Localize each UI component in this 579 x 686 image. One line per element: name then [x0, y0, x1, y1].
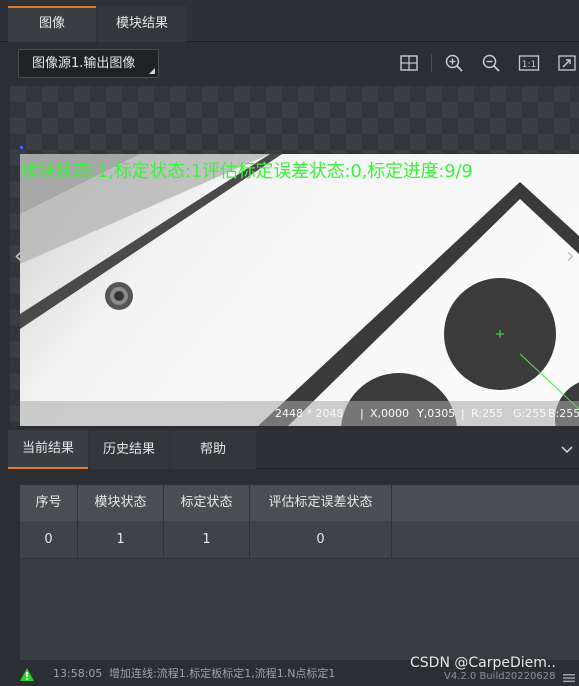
toolbar-divider — [431, 54, 432, 72]
pixel-b: B:255 — [548, 407, 579, 420]
watermark-text: CSDN @CarpeDiem.. — [410, 655, 556, 671]
result-tab-bar: 当前结果 历史结果 帮助 — [8, 430, 579, 469]
status-divider: | — [360, 407, 364, 420]
pixel-g: G:255 — [513, 407, 547, 420]
pixel-r: R:255 — [471, 407, 504, 420]
tab-history-result[interactable]: 历史结果 — [89, 430, 169, 469]
dropdown-caret-icon — [149, 68, 155, 74]
coord-x: X,0000 — [370, 407, 410, 420]
coord-y: Y,0305 — [417, 407, 456, 420]
image-source-label: 图像源1.输出图像 — [32, 56, 136, 71]
zoom-in-icon[interactable] — [444, 53, 464, 73]
fit-window-icon[interactable] — [399, 53, 419, 73]
image-toolbar: 图像源1.输出图像 1:1 — [0, 42, 579, 86]
status-divider: | — [461, 407, 465, 420]
table-row[interactable]: 0 1 1 0 — [20, 521, 579, 559]
results-table: 序号 模块状态 标定状态 评估标定误差状态 0 1 1 0 — [20, 485, 579, 660]
image-size: 2448 * 2048 — [275, 407, 344, 420]
status-message: 增加连线:流程1.标定板标定1,流程1.N点标定1 — [109, 667, 336, 680]
version-text: V4.2.0 Build20220628 — [444, 671, 556, 682]
menu-icon[interactable] — [563, 673, 575, 683]
image-viewer[interactable]: 模块状态:1,标定状态:1评估标定误差状态:0,标定进度:9/9 ‹ › 244… — [10, 86, 579, 426]
tab-current-result[interactable]: 当前结果 — [8, 430, 88, 469]
zoom-out-icon[interactable] — [481, 53, 501, 73]
overlay-status-text: 模块状态:1,标定状态:1评估标定误差状态:0,标定进度:9/9 — [20, 161, 473, 182]
actual-size-label: 1:1 — [522, 60, 536, 70]
tab-help[interactable]: 帮助 — [170, 430, 256, 469]
cell-index: 0 — [20, 521, 78, 559]
tab-module-result[interactable]: 模块结果 — [97, 6, 187, 42]
top-tab-bar: 图像 模块结果 — [0, 0, 579, 42]
calibration-image — [20, 154, 579, 426]
image-source-select[interactable]: 图像源1.输出图像 — [18, 49, 159, 78]
header-calib-status: 标定状态 — [164, 485, 250, 521]
tab-image[interactable]: 图像 — [8, 6, 96, 42]
prev-arrow-icon[interactable]: ‹ — [14, 246, 23, 268]
viewer-status-bar: 2448 * 2048 | X,0000 Y,0305 | R:255 G:25… — [20, 401, 579, 426]
status-time: 13:58:05 — [53, 667, 103, 680]
chevron-down-icon[interactable] — [559, 441, 575, 457]
cell-eval-status: 0 — [250, 521, 392, 559]
header-eval-status: 评估标定误差状态 — [250, 485, 392, 521]
header-index: 序号 — [20, 485, 78, 521]
table-header: 序号 模块状态 标定状态 评估标定误差状态 — [20, 485, 579, 521]
viewer-marker — [20, 146, 23, 149]
fullscreen-icon[interactable] — [557, 53, 577, 73]
header-module-status: 模块状态 — [78, 485, 164, 521]
actual-size-icon[interactable]: 1:1 — [518, 53, 540, 73]
next-arrow-icon[interactable]: › — [566, 246, 575, 268]
warning-icon — [20, 668, 34, 681]
cell-calib-status: 1 — [164, 521, 250, 559]
cell-module-status: 1 — [78, 521, 164, 559]
